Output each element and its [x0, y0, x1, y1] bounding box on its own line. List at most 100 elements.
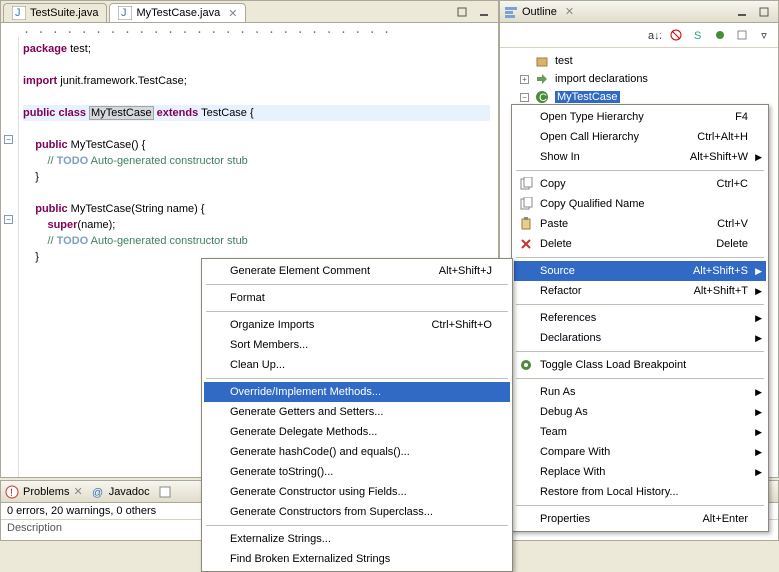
svg-text:C: C	[539, 92, 547, 104]
javadoc-tab[interactable]: @ Javadoc	[91, 485, 150, 499]
menu-item[interactable]: PasteCtrl+V	[514, 214, 766, 234]
menu-label: Copy	[540, 178, 566, 190]
menu-item[interactable]: Open Type HierarchyF4	[514, 107, 766, 127]
maximize-icon[interactable]	[452, 2, 472, 22]
menu-item[interactable]: Replace With▶	[514, 462, 766, 482]
editor-tab-testsuite[interactable]: J TestSuite.java	[3, 3, 107, 22]
code-text: }	[35, 171, 39, 183]
todo-kw: TODO	[57, 235, 89, 247]
menu-item[interactable]: Generate Constructors from Superclass...	[204, 502, 510, 522]
close-icon[interactable]: ✕	[565, 5, 574, 18]
menu-item[interactable]: Generate Element CommentAlt+Shift+J	[204, 261, 510, 281]
submenu-arrow-icon: ▶	[755, 152, 762, 163]
outline-header: Outline ✕	[500, 1, 778, 23]
menu-label: Override/Implement Methods...	[230, 386, 381, 398]
tree-item-imports[interactable]: + import declarations	[502, 70, 776, 88]
kw-super: super	[47, 219, 77, 231]
code-text: junit.framework.TestCase;	[57, 75, 187, 87]
menu-item[interactable]: Generate Delegate Methods...	[204, 422, 510, 442]
menu-item[interactable]: DeleteDelete	[514, 234, 766, 254]
editor-tab-bar: J TestSuite.java J MyTestCase.java ✕	[1, 1, 498, 23]
kw-extends: extends	[157, 107, 199, 119]
tab-label: TestSuite.java	[30, 7, 98, 19]
tree-label-selected: MyTestCase	[555, 91, 620, 103]
menu-label: Generate Constructors from Superclass...	[230, 506, 433, 518]
menu-label: Properties	[540, 513, 590, 525]
javadoc-icon: @	[91, 485, 105, 499]
svg-text:J: J	[121, 7, 127, 19]
menu-item[interactable]: Open Call HierarchyCtrl+Alt+H	[514, 127, 766, 147]
collapse-icon[interactable]: −	[520, 93, 529, 102]
menu-item[interactable]: Find Broken Externalized Strings	[204, 549, 510, 569]
delete-icon	[518, 236, 534, 252]
tab-label: MyTestCase.java	[136, 7, 220, 19]
svg-text:a↓z: a↓z	[648, 30, 661, 42]
tree-label: import declarations	[555, 73, 648, 85]
menu-item[interactable]: Generate toString()...	[204, 462, 510, 482]
kw-import: import	[23, 75, 57, 87]
menu-label: Delete	[540, 238, 572, 250]
outline-toolbar: a↓z S ▿	[500, 23, 778, 48]
hide-static-icon[interactable]: S	[688, 25, 708, 45]
menu-item[interactable]: Debug As▶	[514, 402, 766, 422]
submenu-arrow-icon: ▶	[755, 333, 762, 344]
sort-icon[interactable]: a↓z	[644, 25, 664, 45]
menu-item[interactable]: RefactorAlt+Shift+T▶	[514, 281, 766, 301]
menu-item[interactable]: Clean Up...	[204, 355, 510, 375]
tree-item-package[interactable]: test	[502, 52, 776, 70]
maximize-icon[interactable]	[754, 2, 774, 22]
menu-label: Team	[540, 426, 567, 438]
hide-nonpublic-icon[interactable]	[710, 25, 730, 45]
menu-item[interactable]: Toggle Class Load Breakpoint	[514, 355, 766, 375]
menu-item[interactable]: Generate hashCode() and equals()...	[204, 442, 510, 462]
close-icon[interactable]: ✕	[228, 7, 237, 20]
menu-item[interactable]: References▶	[514, 308, 766, 328]
close-icon[interactable]: ✕	[73, 485, 82, 498]
fold-toggle[interactable]: −	[4, 215, 13, 224]
hide-local-icon[interactable]	[732, 25, 752, 45]
menu-item[interactable]: Declarations▶	[514, 328, 766, 348]
outline-title: Outline	[522, 6, 557, 18]
menu-item[interactable]: Format	[204, 288, 510, 308]
kw-public: public	[35, 203, 67, 215]
menu-label: Generate Getters and Setters...	[230, 406, 383, 418]
menu-item[interactable]: SourceAlt+Shift+S▶	[514, 261, 766, 281]
minimize-icon[interactable]	[732, 2, 752, 22]
kw-public: public	[23, 107, 55, 119]
menu-item[interactable]: PropertiesAlt+Enter	[514, 509, 766, 529]
menu-item[interactable]: Team▶	[514, 422, 766, 442]
menu-item[interactable]: Show In Alt+Shift+W ▶	[514, 147, 766, 167]
menu-shortcut: Alt+Shift+W	[666, 151, 748, 163]
menu-item[interactable]: Compare With▶	[514, 442, 766, 462]
tab-label: Problems	[23, 486, 69, 498]
minimize-icon[interactable]	[474, 2, 494, 22]
hide-fields-icon[interactable]	[666, 25, 686, 45]
menu-shortcut: Ctrl+V	[693, 218, 748, 230]
editor-tab-mytestcase[interactable]: J MyTestCase.java ✕	[109, 3, 246, 22]
declaration-tab-icon[interactable]	[158, 485, 172, 499]
submenu-arrow-icon: ▶	[755, 313, 762, 324]
menu-label: Source	[540, 265, 575, 277]
expand-icon[interactable]: +	[520, 75, 529, 84]
menu-item[interactable]: Override/Implement Methods...	[204, 382, 510, 402]
menu-shortcut: Alt+Shift+J	[415, 265, 492, 277]
fold-toggle[interactable]: −	[4, 135, 13, 144]
menu-item[interactable]: Generate Constructor using Fields...	[204, 482, 510, 502]
menu-item[interactable]: Restore from Local History...	[514, 482, 766, 502]
menu-label: Show In	[540, 151, 580, 163]
menu-label: Externalize Strings...	[230, 533, 331, 545]
paste-icon	[518, 216, 534, 232]
menu-item[interactable]: Sort Members...	[204, 335, 510, 355]
menu-item[interactable]: Organize ImportsCtrl+Shift+O	[204, 315, 510, 335]
class-icon: C	[535, 90, 549, 104]
submenu-arrow-icon: ▶	[755, 407, 762, 418]
menu-item[interactable]: Run As▶	[514, 382, 766, 402]
menu-item[interactable]: CopyCtrl+C	[514, 174, 766, 194]
menu-label: Replace With	[540, 466, 605, 478]
view-menu-icon[interactable]: ▿	[754, 25, 774, 45]
kw-public: public	[35, 139, 67, 151]
menu-item[interactable]: Copy Qualified Name	[514, 194, 766, 214]
menu-item[interactable]: Generate Getters and Setters...	[204, 402, 510, 422]
menu-item[interactable]: Externalize Strings...	[204, 529, 510, 549]
problems-tab[interactable]: ! Problems ✕	[5, 485, 83, 499]
